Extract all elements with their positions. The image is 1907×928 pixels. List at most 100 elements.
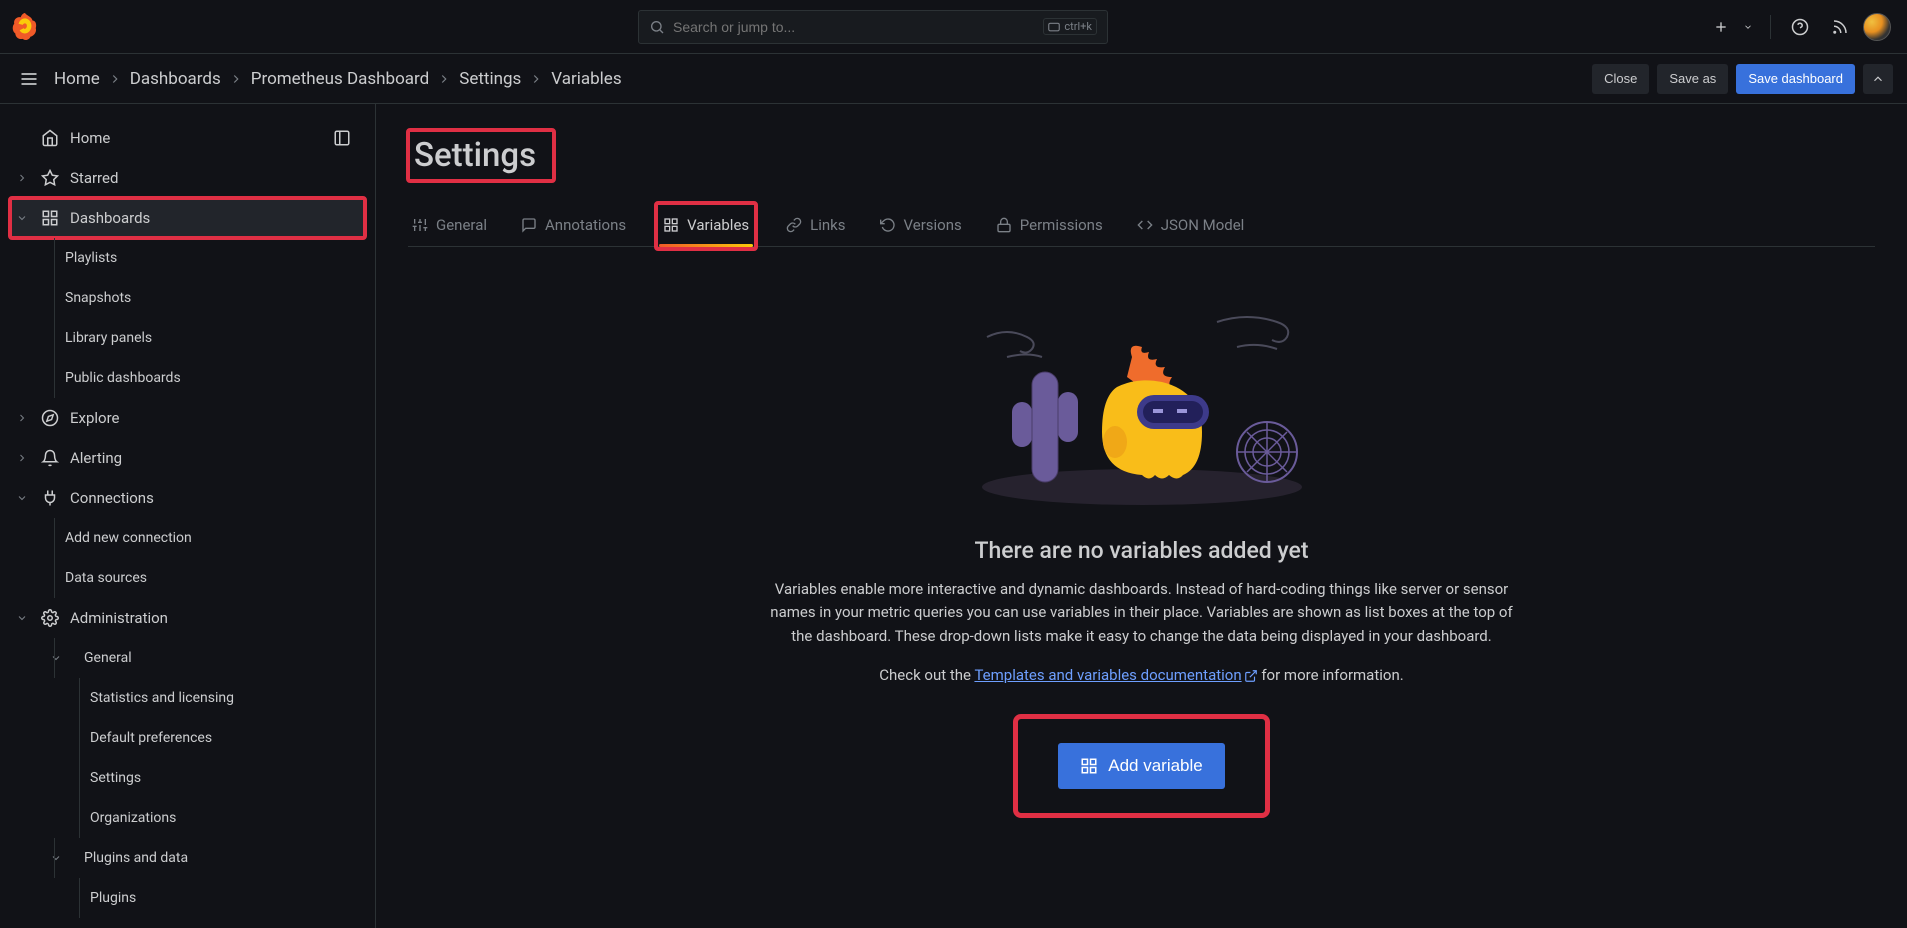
menu-toggle[interactable] [14,64,44,94]
bell-icon [40,449,60,467]
sidebar-item-admin-settings[interactable]: Settings [10,758,365,798]
tab-label: Variables [687,216,749,234]
sidebar-item-label: General [84,650,132,666]
save-as-button[interactable]: Save as [1657,64,1728,94]
tab-links[interactable]: Links [782,206,849,246]
tab-label: Versions [904,216,962,234]
link-icon [786,217,802,233]
chevron-right-icon [229,72,243,86]
lock-icon [996,217,1012,233]
dashboards-icon [40,209,60,227]
sidebar-item-label: Public dashboards [65,370,181,386]
compass-icon [40,409,60,427]
user-avatar[interactable] [1863,13,1891,41]
external-link-icon [1244,669,1258,683]
sidebar-item-explore[interactable]: Explore [10,398,365,438]
home-icon [40,129,60,147]
sidebar-item-starred[interactable]: Starred [10,158,365,198]
sidebar-item-label: Plugins and data [84,850,188,866]
grafana-logo[interactable] [8,10,42,44]
add-button[interactable] [1704,10,1738,44]
add-dropdown[interactable] [1738,10,1758,44]
tab-annotations[interactable]: Annotations [517,206,630,246]
sidebar-item-alerting[interactable]: Alerting [10,438,365,478]
chevron-down-icon [16,492,30,504]
breadcrumb-home[interactable]: Home [54,69,100,89]
search-icon [649,19,665,35]
sidebar-item-home[interactable]: Home [10,118,365,158]
sidebar-item-label: Statistics and licensing [90,690,234,706]
chevron-right-icon [16,452,30,464]
sidebar-item-playlists[interactable]: Playlists [10,238,365,278]
chevron-right-icon [16,412,30,424]
breadcrumb-prometheus[interactable]: Prometheus Dashboard [251,69,429,89]
tab-variables[interactable]: Variables [659,206,753,246]
tab-json-model[interactable]: JSON Model [1133,206,1249,246]
sidebar-item-label: Alerting [70,449,122,467]
empty-heading: There are no variables added yet [762,537,1522,564]
tab-label: JSON Model [1161,216,1245,234]
sidebar-item-plugins[interactable]: Plugins [10,878,365,918]
close-button[interactable]: Close [1592,64,1649,94]
sidebar-item-label: Connections [70,489,154,507]
plug-icon [40,489,60,507]
news-button[interactable] [1823,10,1857,44]
dashboards-icon [1080,757,1098,775]
sidebar-item-dashboards[interactable]: Dashboards [10,198,365,238]
sidebar: Home Starred Dashboards Playlists Snapsh… [0,104,376,928]
sidebar-item-general[interactable]: General [10,638,365,678]
sidebar-item-default-prefs[interactable]: Default preferences [10,718,365,758]
breadcrumb: Home Dashboards Prometheus Dashboard Set… [54,69,622,89]
chevron-right-icon [108,72,122,86]
code-icon [1137,217,1153,233]
sidebar-item-label: Settings [90,770,141,786]
sidebar-item-plugins-data[interactable]: Plugins and data [10,838,365,878]
sidebar-item-label: Home [70,129,110,147]
sidebar-item-label: Administration [70,609,168,627]
sidebar-item-label: Starred [70,169,118,187]
comment-icon [521,217,537,233]
doc-link[interactable]: Templates and variables documentation [974,666,1257,684]
sidebar-item-public-dashboards[interactable]: Public dashboards [10,358,365,398]
sidebar-item-stats[interactable]: Statistics and licensing [10,678,365,718]
sidebar-item-label: Plugins [90,890,136,906]
sidebar-item-administration[interactable]: Administration [10,598,365,638]
chevron-down-icon [50,652,64,664]
sidebar-item-add-connection[interactable]: Add new connection [10,518,365,558]
sidebar-item-data-sources[interactable]: Data sources [10,558,365,598]
sidebar-item-label: Data sources [65,570,147,586]
tab-permissions[interactable]: Permissions [992,206,1107,246]
chevron-down-icon [50,852,64,864]
add-variable-button[interactable]: Add variable [1058,743,1225,789]
breadcrumb-settings[interactable]: Settings [459,69,521,89]
sidebar-item-label: Dashboards [70,209,150,227]
sidebar-item-organizations[interactable]: Organizations [10,798,365,838]
sidebar-item-label: Organizations [90,810,176,826]
main-content: Settings General Annotations Variables L… [376,104,1907,928]
tab-versions[interactable]: Versions [876,206,966,246]
sidebar-item-library-panels[interactable]: Library panels [10,318,365,358]
chevron-right-icon [16,172,30,184]
global-search[interactable]: ctrl+k [638,10,1108,44]
gear-icon [40,609,60,627]
sidebar-item-snapshots[interactable]: Snapshots [10,278,365,318]
sidebar-item-label: Playlists [65,250,117,266]
tab-label: Annotations [545,216,626,234]
chevron-down-icon [16,212,30,224]
help-button[interactable] [1783,10,1817,44]
tab-label: General [436,216,487,234]
breadcrumb-dashboards[interactable]: Dashboards [130,69,221,89]
sidebar-collapse-button[interactable] [325,121,359,155]
sidebar-item-label: Add new connection [65,530,192,546]
collapse-up-button[interactable] [1863,64,1893,94]
settings-tabs: General Annotations Variables Links Vers… [408,203,1875,247]
sidebar-item-label: Default preferences [90,730,212,746]
tab-label: Links [810,216,845,234]
dashboards-icon [663,217,679,233]
search-input[interactable] [673,19,1035,35]
save-dashboard-button[interactable]: Save dashboard [1736,64,1855,94]
sidebar-item-label: Library panels [65,330,152,346]
star-icon [40,169,60,187]
tab-general[interactable]: General [408,206,491,246]
sidebar-item-connections[interactable]: Connections [10,478,365,518]
